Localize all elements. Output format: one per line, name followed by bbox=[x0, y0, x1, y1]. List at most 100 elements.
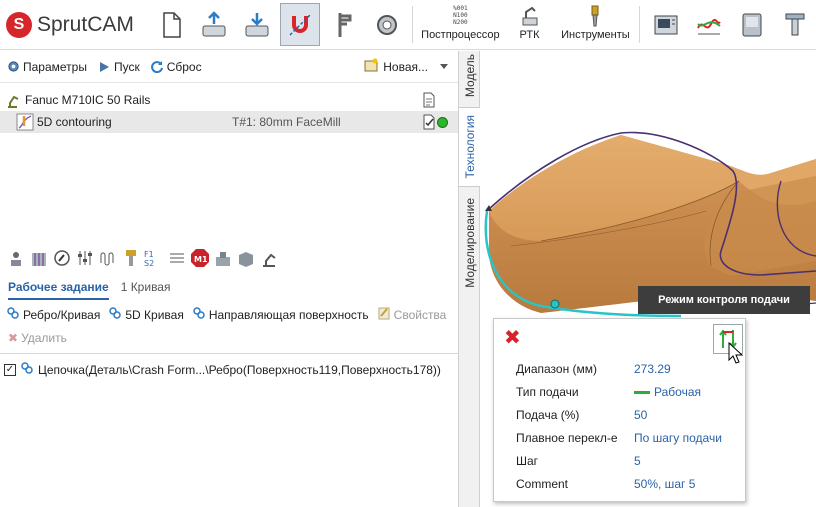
fixture-icon[interactable] bbox=[213, 247, 233, 269]
step-label: Шаг bbox=[516, 454, 539, 468]
simulation-icon bbox=[742, 13, 762, 36]
settings-icon bbox=[785, 13, 804, 35]
properties-label: Свойства bbox=[393, 307, 447, 322]
gear-icon bbox=[6, 60, 20, 74]
new-operation-label: Новая... bbox=[383, 59, 428, 74]
measure-icon bbox=[376, 14, 397, 35]
operations-tree: Fanuc M710IC 50 Rails 5D contouring T#1:… bbox=[0, 83, 458, 133]
feed-percent-value[interactable]: 50 bbox=[634, 408, 647, 422]
caliper-button[interactable] bbox=[322, 0, 365, 49]
curve5d-label: 5D Кривая bbox=[125, 307, 184, 322]
play-icon bbox=[97, 60, 111, 74]
open-button[interactable] bbox=[193, 0, 236, 49]
link-icon bbox=[108, 306, 122, 323]
chain-checkbox[interactable]: ✓ bbox=[4, 363, 16, 376]
sliders-icon[interactable] bbox=[75, 247, 95, 269]
smooth-switch-value[interactable]: По шагу подачи bbox=[634, 431, 722, 445]
new-file-icon bbox=[163, 11, 181, 38]
postprocessor-label: Постпроцессор bbox=[421, 29, 500, 41]
graph-icon bbox=[696, 18, 721, 34]
feed-type-text: Рабочая bbox=[654, 385, 701, 399]
status-ok-icon bbox=[437, 117, 448, 128]
close-icon[interactable]: ✖ bbox=[504, 328, 521, 348]
comment-value[interactable]: 50%, шаг 5 bbox=[634, 477, 695, 491]
link-icon bbox=[192, 306, 206, 323]
snap-toggle-button[interactable] bbox=[280, 3, 321, 46]
tools-icon bbox=[591, 5, 599, 27]
chain-label: Цепочка(Деталь\Crash Form...\Ребро(Повер… bbox=[38, 362, 441, 377]
tab-modeling[interactable]: Моделирование bbox=[459, 191, 480, 295]
save-button[interactable] bbox=[236, 0, 279, 49]
tree-item-operation[interactable]: 5D contouring T#1: 80mm FaceMill bbox=[0, 111, 458, 133]
job-actions: Ребро/Кривая 5D Кривая Направляющая пове… bbox=[6, 306, 446, 323]
rtk-button[interactable]: РТК bbox=[504, 0, 556, 49]
tab-technology[interactable]: Технология bbox=[459, 107, 480, 187]
simulation-button[interactable] bbox=[730, 0, 773, 49]
measure-button[interactable] bbox=[365, 0, 408, 49]
feed-type-value[interactable]: Рабочая bbox=[634, 385, 701, 399]
operation-tool: T#1: 80mm FaceMill bbox=[232, 115, 341, 129]
comment-label: Comment bbox=[516, 477, 569, 491]
operation-name: 5D contouring bbox=[37, 115, 112, 129]
delete-button[interactable]: ✖ Удалить bbox=[8, 331, 67, 345]
m1-stop-icon[interactable]: M1 bbox=[190, 247, 210, 269]
range-value[interactable]: 273.29 bbox=[634, 362, 671, 376]
feed-percent-label: Подача (%) bbox=[516, 408, 580, 422]
operations-panel: Параметры Пуск Сброс Новая... Fanuc M710… bbox=[0, 51, 458, 507]
delete-label: Удалить bbox=[21, 331, 67, 345]
app-name: SprutCAM bbox=[37, 12, 134, 36]
rib-curve-button[interactable]: Ребро/Кривая bbox=[6, 306, 100, 323]
chain-list-item[interactable]: ✓ Цепочка(Деталь\Crash Form...\Ребро(Пов… bbox=[4, 361, 441, 378]
workpiece-icon[interactable] bbox=[29, 247, 49, 269]
document-checked-icon bbox=[423, 114, 435, 130]
stock-icon[interactable] bbox=[236, 247, 256, 269]
rtk-label: РТК bbox=[519, 29, 540, 41]
machine-name: Fanuc M710IC 50 Rails bbox=[25, 93, 151, 107]
robot-params-icon[interactable] bbox=[259, 247, 279, 269]
run-button[interactable]: Пуск bbox=[97, 60, 140, 74]
curve5d-button[interactable]: 5D Кривая bbox=[108, 306, 184, 323]
tools-label: Инструменты bbox=[561, 29, 630, 41]
feed-speed-icon[interactable]: F1 S2 bbox=[144, 247, 164, 269]
feed-type-swatch bbox=[634, 390, 650, 394]
machine-params-icon[interactable] bbox=[6, 247, 26, 269]
reset-button[interactable]: Сброс bbox=[150, 60, 202, 74]
compass-icon[interactable] bbox=[52, 247, 72, 269]
properties-icon bbox=[377, 306, 391, 323]
tools-button[interactable]: Инструменты bbox=[555, 0, 635, 49]
vertical-tabs: Модель Технология Моделирование bbox=[458, 51, 480, 507]
new-operation-dropdown[interactable]: Новая... bbox=[363, 58, 452, 75]
operations-actions: Параметры Пуск Сброс Новая... bbox=[0, 51, 458, 83]
lines-icon[interactable] bbox=[167, 247, 187, 269]
save-icon bbox=[245, 12, 269, 36]
new-operation-icon bbox=[363, 58, 379, 75]
parameters-button[interactable]: Параметры bbox=[6, 60, 87, 74]
tool-params-icon[interactable] bbox=[121, 247, 141, 269]
guide-surface-label: Направляющая поверхность bbox=[208, 307, 369, 322]
refresh-icon bbox=[150, 60, 164, 74]
step-value[interactable]: 5 bbox=[634, 454, 641, 468]
path-wave-icon[interactable] bbox=[98, 247, 118, 269]
properties-button[interactable]: Свойства bbox=[377, 306, 447, 323]
open-icon bbox=[202, 10, 226, 36]
smooth-switch-label: Плавное перекл-е bbox=[516, 431, 618, 445]
tab-job[interactable]: Рабочее задание bbox=[8, 280, 109, 300]
logo-mark: S bbox=[6, 11, 32, 38]
tab-model[interactable]: Модель bbox=[459, 51, 480, 101]
settings-button[interactable] bbox=[773, 0, 816, 49]
svg-text:S2: S2 bbox=[144, 259, 154, 267]
tab-curves[interactable]: 1 Кривая bbox=[121, 280, 171, 300]
machine-button[interactable] bbox=[644, 0, 687, 49]
new-file-button[interactable] bbox=[150, 0, 193, 49]
robot-icon bbox=[4, 91, 22, 109]
feed-control-tooltip: Режим контроля подачи bbox=[638, 286, 810, 314]
toolbar-separator bbox=[412, 6, 414, 43]
pp-line: N100 bbox=[453, 12, 468, 19]
range-label: Диапазон (мм) bbox=[516, 362, 598, 376]
main-toolbar: S SprutCAM %001 N100 N200 Постпроцессор … bbox=[0, 0, 816, 50]
graph-button[interactable] bbox=[687, 0, 730, 49]
tree-item-machine[interactable]: Fanuc M710IC 50 Rails bbox=[0, 89, 458, 111]
pp-line: N200 bbox=[453, 19, 468, 26]
postprocessor-button[interactable]: %001 N100 N200 Постпроцессор bbox=[417, 0, 503, 49]
guide-surface-button[interactable]: Направляющая поверхность bbox=[192, 306, 369, 323]
